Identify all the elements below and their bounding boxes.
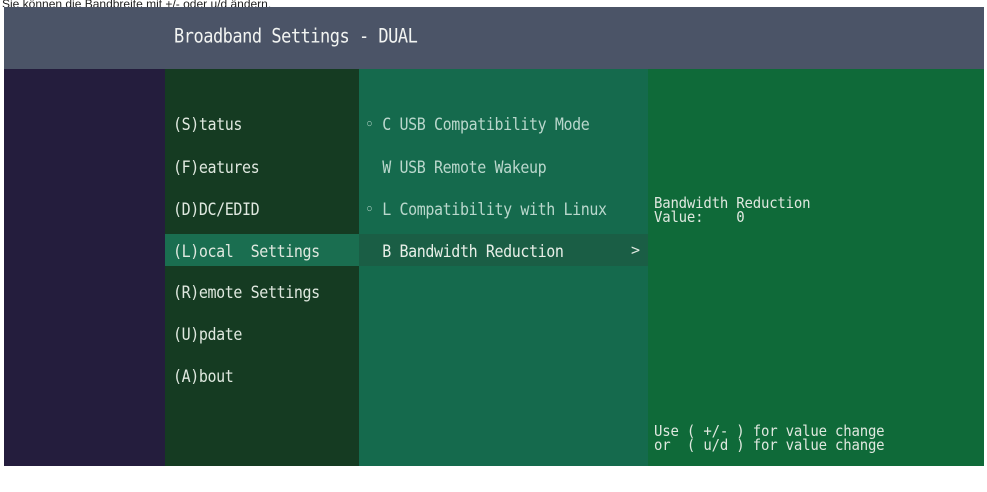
left-strip — [4, 69, 165, 466]
menu-item-update[interactable]: (U)pdate — [173, 324, 242, 345]
sub-item-linux-compatibility[interactable]: ◦ L Compatibility with Linux — [365, 199, 607, 220]
detail-hint-up-down: or ( u/d ) for value change — [654, 436, 885, 455]
menu-item-status[interactable]: (S)tatus — [173, 114, 242, 135]
window-title: Broadband Settings - DUAL — [174, 25, 418, 48]
title-bar: Broadband Settings - DUAL — [4, 7, 984, 69]
page-caption: Sie können die Bandbreite mit +/- oder u… — [2, 0, 272, 7]
sub-item-usb-compatibility[interactable]: ◦ C USB Compatibility Mode — [365, 114, 590, 135]
menu-item-local-settings[interactable]: (L)ocal Settings — [173, 241, 320, 262]
sub-menu: ◦ C USB Compatibility Mode W USB Remote … — [359, 69, 648, 466]
bottom-margin — [0, 466, 987, 492]
main-menu: (S)tatus (F)eatures (D)DC/EDID (L)ocal S… — [165, 69, 359, 466]
detail-value: Value: 0 — [654, 208, 745, 227]
sub-item-usb-remote-wakeup[interactable]: W USB Remote Wakeup — [365, 157, 546, 178]
chevron-right-icon: > — [631, 241, 641, 259]
settings-screen: Broadband Settings - DUAL (S)tatus (F)ea… — [4, 7, 984, 466]
menu-item-features[interactable]: (F)eatures — [173, 157, 260, 178]
sub-item-bandwidth-reduction[interactable]: B Bandwidth Reduction — [365, 241, 564, 262]
menu-item-about[interactable]: (A)bout — [173, 366, 234, 387]
detail-panel: Bandwidth Reduction Value: 0 Use ( +/- )… — [648, 69, 984, 466]
menu-item-remote-settings[interactable]: (R)emote Settings — [173, 282, 320, 303]
menu-item-ddc-edid[interactable]: (D)DC/EDID — [173, 199, 260, 220]
